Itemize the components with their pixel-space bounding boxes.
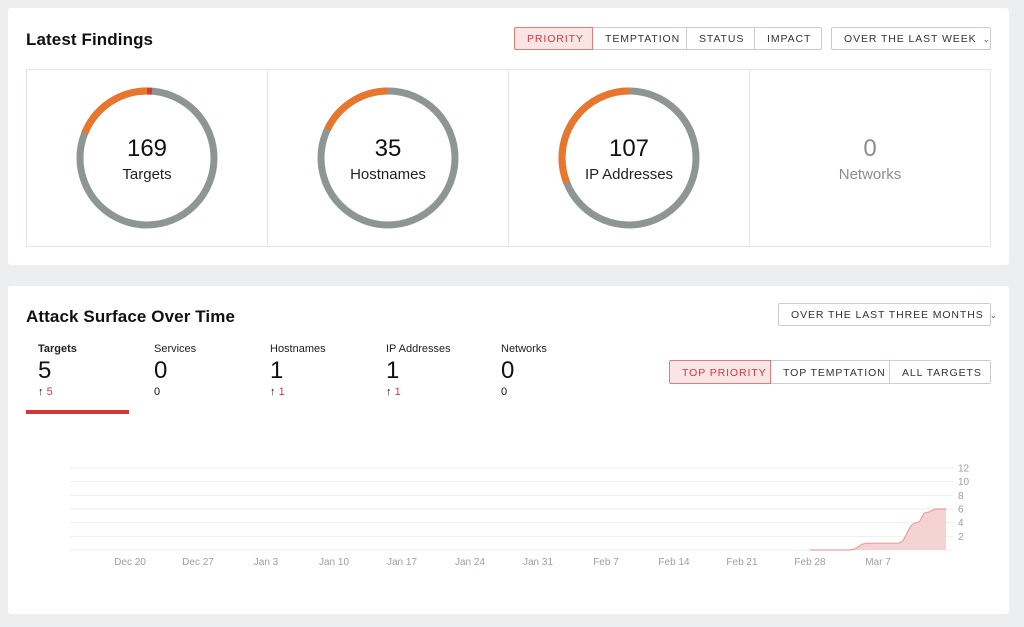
y-tick-label: 2 (958, 532, 964, 543)
x-tick-label: Mar 7 (865, 557, 891, 568)
tile-label: Networks (838, 166, 902, 183)
metric-value: 1 (270, 357, 284, 384)
findings-range-label: OVER THE LAST WEEK (844, 33, 977, 45)
x-tick-label: Feb 14 (658, 557, 690, 568)
findings-tiles: 169 Targets 35 Hostnames 107 IP Addresse… (26, 69, 991, 247)
metric-services[interactable]: Services 0 0 (154, 343, 264, 398)
metric-ip-addresses[interactable]: IP Addresses 1 ↑ 1 (386, 343, 496, 398)
x-tick-label: Jan 3 (254, 557, 279, 568)
tile-label: Targets (122, 166, 172, 183)
metric-label: Hostnames (270, 343, 326, 355)
tile-value: 35 (374, 135, 402, 162)
attack-surface-card: Attack Surface Over Time OVER THE LAST T… (8, 286, 1009, 614)
tab-impact[interactable]: IMPACT (755, 27, 822, 50)
metric-delta: ↑ 1 (270, 386, 285, 398)
y-tick-label: 10 (958, 477, 970, 488)
tile-value: 107 (608, 135, 650, 162)
chevron-down-icon: ⌄ (989, 310, 999, 320)
tab-top-temptation[interactable]: TOP TEMPTATION (771, 360, 890, 384)
metric-label: Targets (38, 343, 77, 355)
x-tick-label: Jan 31 (523, 557, 553, 568)
y-tick-label: 6 (958, 505, 964, 516)
tile-networks[interactable]: 0 Networks (750, 70, 990, 246)
latest-findings-title: Latest Findings (26, 30, 154, 49)
x-tick-label: Dec 20 (114, 557, 146, 568)
x-tick-label: Jan 24 (455, 557, 485, 568)
tile-targets[interactable]: 169 Targets (27, 70, 268, 246)
tile-hostnames[interactable]: 35 Hostnames (268, 70, 509, 246)
tile-label: Hostnames (350, 166, 426, 183)
tile-value: 169 (126, 135, 168, 162)
x-tick-label: Feb 7 (593, 557, 619, 568)
metric-delta: 0 (154, 386, 161, 398)
tab-top-priority[interactable]: TOP PRIORITY (669, 360, 771, 384)
arrow-up-icon: ↑ (270, 386, 276, 398)
y-tick-label: 4 (958, 518, 964, 529)
metric-label: Networks (501, 343, 547, 355)
attack-surface-title: Attack Surface Over Time (26, 307, 236, 326)
y-tick-label: 12 (958, 464, 970, 475)
metric-label: IP Addresses (386, 343, 451, 355)
metric-value: 1 (386, 357, 400, 384)
tile-ip-addresses[interactable]: 107 IP Addresses (509, 70, 750, 246)
tab-priority[interactable]: PRIORITY (514, 27, 593, 50)
metric-hostnames[interactable]: Hostnames 1 ↑ 1 (270, 343, 380, 398)
tile-label: IP Addresses (584, 166, 674, 183)
metric-targets[interactable]: Targets 5 ↑ 5 (38, 343, 148, 398)
metric-label: Services (154, 343, 197, 355)
findings-range-dropdown[interactable]: OVER THE LAST WEEK ⌄ (831, 27, 991, 50)
arrow-up-icon: ↑ (386, 386, 392, 398)
active-metric-underline (26, 410, 129, 414)
latest-findings-card: Latest Findings PRIORITY TEMPTATION STAT… (8, 8, 1009, 265)
metric-value: 0 (501, 357, 515, 384)
target-filter-tabs: TOP PRIORITY TOP TEMPTATION ALL TARGETS (669, 360, 991, 384)
surface-range-label: OVER THE LAST THREE MONTHS (791, 309, 984, 321)
series-area (810, 509, 946, 550)
attack-surface-chart: 2 4 6 8 10 12 Dec 20 Dec 27 Jan 3 Jan 10 Jan 17 Jan… (70, 464, 970, 568)
metric-delta: 0 (501, 386, 508, 398)
tab-temptation[interactable]: TEMPTATION (593, 27, 687, 50)
arrow-up-icon: ↑ (38, 386, 44, 398)
metric-networks[interactable]: Networks 0 0 (501, 343, 611, 398)
chevron-down-icon: ⌄ (982, 34, 991, 44)
x-tick-label: Jan 17 (387, 557, 417, 568)
metric-delta: ↑ 1 (386, 386, 401, 398)
x-tick-label: Dec 27 (182, 557, 214, 568)
metric-delta: ↑ 5 (38, 386, 53, 398)
x-tick-label: Feb 28 (794, 557, 826, 568)
findings-sort-tabs: PRIORITY TEMPTATION STATUS IMPACT (514, 27, 822, 50)
tab-status[interactable]: STATUS (687, 27, 755, 50)
surface-range-dropdown[interactable]: OVER THE LAST THREE MONTHS ⌄ (778, 303, 997, 326)
tab-all-targets[interactable]: ALL TARGETS (890, 360, 991, 384)
x-tick-label: Jan 10 (319, 557, 349, 568)
y-tick-label: 8 (958, 491, 964, 502)
metric-value: 0 (154, 357, 168, 384)
tile-value: 0 (863, 135, 877, 162)
metric-value: 5 (38, 357, 52, 384)
x-tick-label: Feb 21 (726, 557, 758, 568)
